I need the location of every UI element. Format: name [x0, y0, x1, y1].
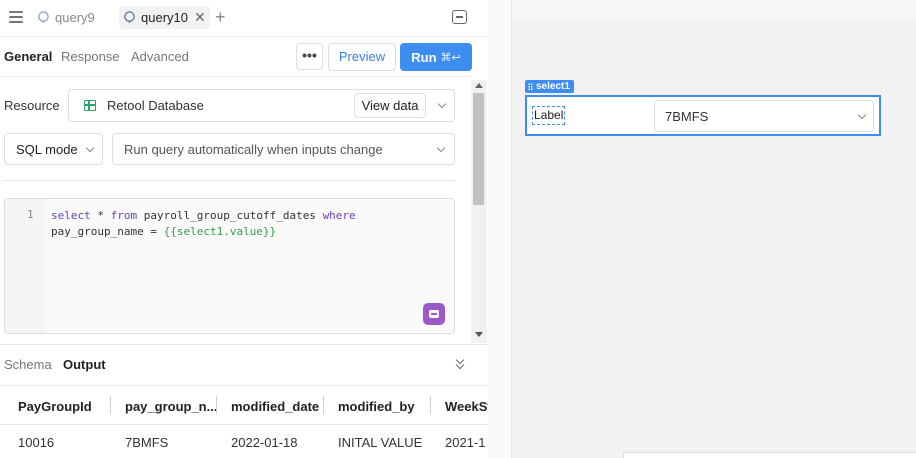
select-dropdown[interactable]: 7BMFS [654, 100, 874, 132]
column-header[interactable]: WeekSt [445, 399, 488, 414]
select-component[interactable]: Label 7BMFS [525, 95, 881, 136]
column-divider[interactable] [110, 396, 111, 414]
table-cell: INITAL VALUE [338, 435, 423, 450]
tab-general[interactable]: General [4, 49, 52, 64]
canvas-gutter [488, 0, 512, 458]
sql-mode-select[interactable]: SQL mode [4, 133, 103, 165]
scroll-down-icon[interactable] [475, 332, 483, 337]
resource-select[interactable]: Retool Database View data [68, 89, 455, 122]
column-header[interactable]: pay_group_n... [125, 399, 217, 414]
column-header[interactable]: PayGroupId [18, 399, 92, 414]
column-header[interactable]: modified_date [231, 399, 319, 414]
component-label[interactable]: Label [532, 106, 566, 125]
run-shortcut: ⌘↩ [440, 51, 461, 64]
query-tab-bar: query9 query10 ✕ + [0, 0, 488, 36]
scrollbar-thumb[interactable] [473, 93, 484, 205]
table-cell: 10016 [18, 435, 55, 450]
table-cell: 2021-1 [445, 435, 486, 450]
sql-code: select * from payroll_group_cutoff_dates… [51, 208, 356, 240]
table-cell: 2022-01-18 [231, 435, 298, 450]
chevron-down-icon [437, 99, 447, 109]
bottom-panel-edge [623, 452, 916, 458]
code-keyword: select [51, 209, 91, 222]
close-icon[interactable]: ✕ [194, 9, 206, 26]
postgres-icon [124, 11, 135, 24]
table-header: PayGroupId pay_group_n... modified_date … [0, 385, 488, 425]
run-label: Run [411, 49, 437, 65]
tab-output[interactable]: Output [63, 357, 106, 372]
chevron-down-icon [85, 143, 95, 153]
column-divider[interactable] [323, 396, 324, 414]
collapse-output-icon[interactable] [455, 355, 467, 371]
table-cell: 7BMFS [125, 435, 169, 450]
run-button[interactable]: Run ⌘↩ [400, 43, 472, 71]
scroll-up-icon[interactable] [475, 83, 483, 88]
line-gutter [5, 199, 45, 333]
select-value: 7BMFS [665, 109, 709, 124]
collapse-panel-icon[interactable] [452, 10, 467, 24]
tab-label: query10 [141, 10, 188, 25]
code-text: payroll_group_cutoff_dates [137, 209, 323, 222]
postgres-icon [38, 11, 49, 24]
tab-advanced[interactable]: Advanced [131, 49, 189, 64]
resource-name: Retool Database [107, 98, 204, 113]
sql-mode-value: SQL mode [16, 142, 78, 157]
component-name-tag[interactable]: select1 [525, 80, 574, 93]
line-number: 1 [27, 208, 34, 221]
output-panel: Schema Output PayGroupId pay_group_n... … [0, 344, 488, 458]
divider [4, 180, 455, 181]
resource-label: Resource [4, 98, 60, 113]
drag-handle-icon[interactable] [528, 83, 533, 90]
code-keyword: where [322, 209, 356, 222]
chevron-down-icon [436, 143, 446, 153]
tab-schema[interactable]: Schema [4, 357, 52, 372]
app-canvas[interactable]: select1 Label 7BMFS [488, 0, 916, 458]
ai-assist-icon[interactable] [423, 303, 445, 325]
tab-query9[interactable]: query9 [33, 6, 99, 29]
tab-response[interactable]: Response [61, 49, 120, 64]
preview-button[interactable]: Preview [328, 43, 396, 71]
table-icon [84, 100, 96, 111]
run-trigger-value: Run query automatically when inputs chan… [124, 142, 383, 157]
sql-editor[interactable]: 1 select * from payroll_group_cutoff_dat… [4, 198, 455, 334]
code-text: * [90, 209, 111, 222]
run-trigger-select[interactable]: Run query automatically when inputs chan… [112, 133, 455, 165]
chevron-down-icon [857, 110, 867, 120]
code-keyword: from [110, 209, 138, 222]
query-editor-panel: query9 query10 ✕ + General Response Adva… [0, 0, 488, 458]
tab-query10[interactable]: query10 ✕ [119, 6, 210, 29]
add-tab-icon[interactable]: + [215, 8, 226, 26]
query-config: Resource Retool Database View data SQL m… [0, 76, 470, 344]
code-text: pay_group_name = [51, 225, 164, 238]
more-options-button[interactable]: ••• [296, 43, 323, 70]
column-divider[interactable] [216, 396, 217, 414]
column-divider[interactable] [430, 396, 431, 414]
view-data-button[interactable]: View data [354, 93, 426, 118]
query-subtabs: General Response Advanced ••• Preview Ru… [0, 36, 488, 76]
code-template: {{select1.value}} [163, 225, 277, 238]
tab-label: query9 [55, 10, 95, 25]
component-name: select1 [536, 81, 570, 92]
menu-icon[interactable] [9, 11, 23, 23]
column-header[interactable]: modified_by [338, 399, 415, 414]
